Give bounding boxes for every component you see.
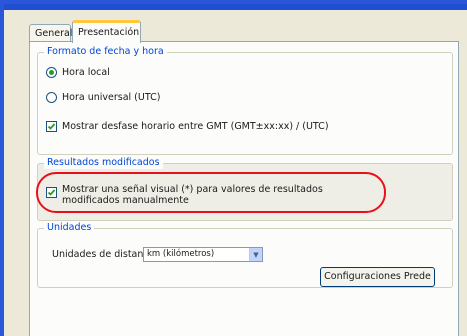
date-time-legend: Formato de fecha y hora [44,46,167,58]
radio-local-label: Hora local [62,67,110,78]
chevron-down-icon[interactable]: ▼ [249,248,262,261]
gmt-offset-row[interactable]: Mostrar desfase horario entre GMT (GMT±x… [46,121,329,133]
units-group: Unidades Unidades de distancia: km (kiló… [37,222,453,288]
tab-presentacion[interactable]: Presentación [72,20,141,43]
gmt-offset-checkbox[interactable] [46,121,57,132]
units-legend: Unidades [44,222,95,234]
radio-utc-label: Hora universal (UTC) [62,92,161,103]
checkmark-icon [47,123,56,130]
modified-results-legend: Resultados modificados [44,157,163,169]
radio-local[interactable] [46,67,57,78]
tab-general[interactable]: General [29,24,72,42]
window-top-border [4,4,467,10]
default-settings-button[interactable]: Configuraciones Prede [320,267,435,287]
distance-units-value: km (kilómetros) [147,249,215,259]
properties-window: General Presentación Formato de fecha y … [4,4,467,336]
gmt-offset-label: Mostrar desfase horario entre GMT (GMT±x… [62,121,329,132]
radio-utc-row[interactable]: Hora universal (UTC) [46,92,160,104]
radio-utc[interactable] [46,92,57,103]
distance-units-select[interactable]: km (kilómetros) ▼ [143,247,263,262]
highlight-annotation [36,172,386,213]
radio-local-row[interactable]: Hora local [46,67,110,79]
date-time-group: Formato de fecha y hora Hora local Hora … [37,46,453,155]
